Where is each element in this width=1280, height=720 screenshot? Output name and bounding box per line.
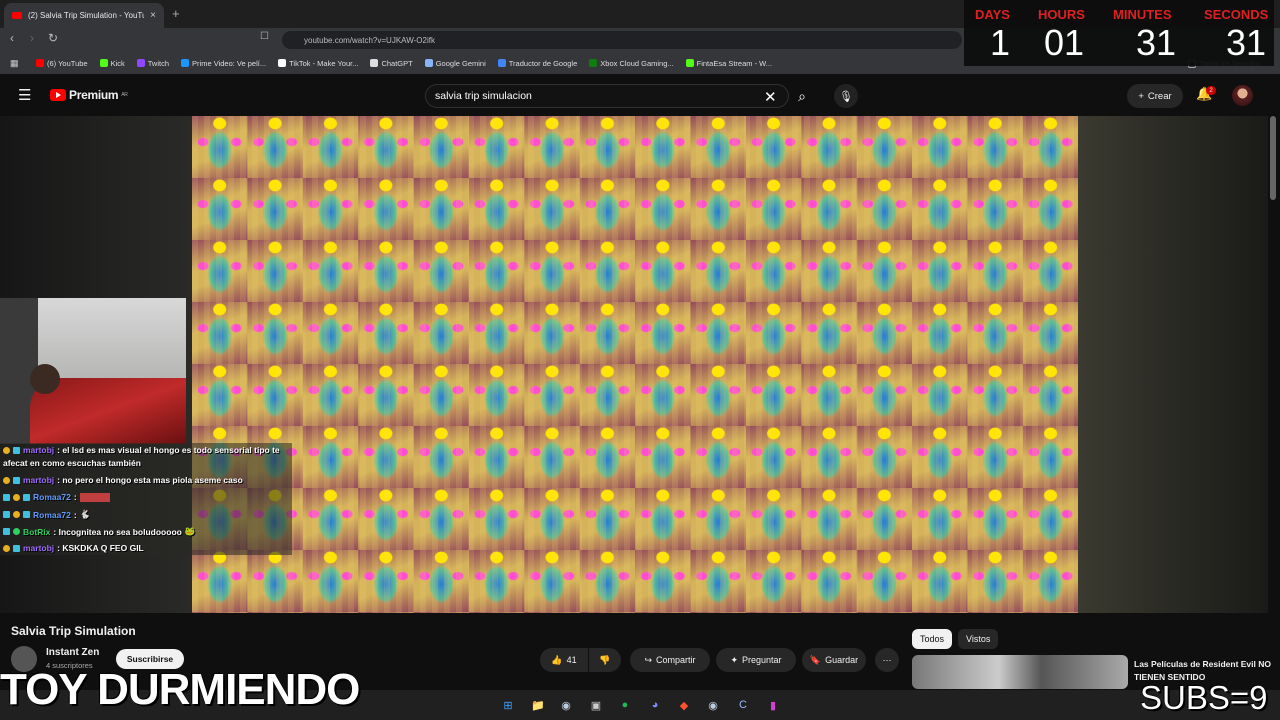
- new-tab-button[interactable]: +: [172, 6, 180, 21]
- emote-icon: 🐸: [184, 526, 196, 536]
- stream-chat-overlay: martobj: el lsd es mas visual el hongo e…: [0, 443, 292, 555]
- timer-days-label: DAYS: [975, 7, 1010, 22]
- recommendation-chips: Todos Vistos: [912, 629, 999, 649]
- like-button[interactable]: 👍 41: [540, 648, 588, 672]
- search-input[interactable]: salvia trip simulacion ✕: [425, 84, 789, 108]
- sparkle-icon: ✦: [730, 654, 738, 665]
- clear-search-icon[interactable]: ✕: [764, 88, 777, 106]
- timer-minutes-label: MINUTES: [1113, 7, 1172, 22]
- steam-icon[interactable]: ◉: [703, 695, 723, 715]
- bookmark-gemini[interactable]: Google Gemini: [424, 59, 486, 68]
- chat-message-cont: afecat en como escuchas también: [3, 458, 141, 468]
- more-button[interactable]: ⋯: [875, 648, 899, 672]
- chat-message: Romaa72:: [3, 492, 110, 502]
- webcam-overlay: [0, 298, 186, 444]
- like-icon: 👍: [551, 654, 563, 665]
- video-title: Salvia Trip Simulation: [11, 624, 136, 638]
- bookmark-translate[interactable]: Traductor de Google: [497, 59, 577, 68]
- forward-icon[interactable]: ›: [30, 31, 34, 45]
- search-button[interactable]: ⌕: [789, 84, 815, 108]
- steam-icon[interactable]: ◉: [556, 695, 576, 715]
- timer-minutes-value: 31: [1136, 22, 1177, 63]
- kick-icon: [99, 59, 108, 67]
- ask-button[interactable]: ✦ Preguntar: [716, 648, 796, 672]
- avatar[interactable]: [1232, 85, 1253, 106]
- video-player[interactable]: [192, 116, 1078, 613]
- search-icon: ⌕: [798, 87, 806, 104]
- chat-message: BotRix: Incognitea no sea boludooooo 🐸: [3, 526, 195, 537]
- mic-icon: 🎙: [839, 90, 853, 103]
- stream-status-text: TOY DURMIENDO: [0, 665, 360, 714]
- menu-icon[interactable]: ☰: [18, 86, 31, 104]
- timer-hours-value: 01: [1044, 22, 1085, 63]
- youtube-premium-logo[interactable]: Premium AR: [50, 88, 128, 102]
- bookmark-xbox[interactable]: Xbox Cloud Gaming...: [589, 59, 674, 68]
- emote-icon: 🐇: [79, 509, 91, 519]
- timer-seconds-value: 31: [1226, 22, 1267, 63]
- voice-search-button[interactable]: 🎙: [834, 84, 858, 108]
- reload-icon[interactable]: ↻: [48, 31, 58, 45]
- share-button[interactable]: ↪ Compartir: [630, 648, 710, 672]
- more-icon: ⋯: [882, 654, 892, 665]
- chat-message: martobj: el lsd es mas visual el hongo e…: [3, 445, 280, 455]
- countdown-timer: DAYS HOURS MINUTES SECONDS 1 01 31 31: [964, 0, 1274, 66]
- brave-icon[interactable]: ◆: [674, 695, 694, 715]
- bookmark-twitch[interactable]: Twitch: [136, 59, 169, 68]
- timer-days-value: 1: [990, 22, 1011, 63]
- tiktok-icon: [278, 59, 287, 67]
- chip-watched[interactable]: Vistos: [958, 629, 999, 649]
- chat-message: Romaa72: 🐇: [3, 509, 90, 520]
- page-scrollbar[interactable]: [1270, 116, 1276, 200]
- save-button[interactable]: 🔖 Guardar: [802, 648, 866, 672]
- share-icon: ↪: [644, 654, 653, 665]
- obs-icon[interactable]: ▮: [763, 695, 783, 715]
- xbox-icon: [589, 59, 598, 67]
- close-tab-icon[interactable]: ×: [150, 10, 156, 21]
- bookmark-fintaesa[interactable]: FintaEsa Stream - W...: [685, 59, 772, 68]
- create-button[interactable]: + Crear: [1127, 84, 1183, 108]
- kick-icon: [685, 59, 694, 67]
- bookmark-chatgpt[interactable]: ChatGPT: [370, 59, 413, 68]
- timer-hours-label: HOURS: [1038, 7, 1085, 22]
- youtube-play-icon: [50, 89, 66, 101]
- search-query: salvia trip simulacion: [435, 90, 532, 102]
- bookmark-page-icon[interactable]: ☐: [260, 31, 269, 42]
- apps-grid-icon[interactable]: ▦: [10, 58, 19, 69]
- youtube-icon: [36, 59, 44, 67]
- bookmark-kick[interactable]: Kick: [99, 59, 125, 68]
- back-icon[interactable]: ‹: [10, 31, 14, 45]
- emote-image: [79, 492, 110, 502]
- chat-message: martobj: KSKDKA Q FEO GIL: [3, 543, 144, 553]
- app-icon[interactable]: C: [733, 695, 753, 715]
- file-explorer-icon[interactable]: 📁: [528, 695, 548, 715]
- chip-all[interactable]: Todos: [912, 629, 953, 649]
- bookmark-icon: 🔖: [809, 654, 822, 665]
- tab-title: (2) Salvia Trip Simulation - YouTube: [28, 11, 145, 20]
- bookmark-prime[interactable]: Prime Video: Ve pelí...: [181, 59, 266, 68]
- prime-icon: [181, 59, 190, 67]
- notification-badge: 2: [1206, 86, 1216, 95]
- channel-name[interactable]: Instant Zen: [46, 647, 99, 658]
- windows-start-icon[interactable]: ⊞: [498, 695, 518, 715]
- bookmark-youtube[interactable]: (6) YouTube: [36, 59, 88, 68]
- spotify-icon[interactable]: ●: [615, 695, 635, 715]
- url-field[interactable]: youtube.com/watch?v=UJKAW-O2ifk: [282, 31, 962, 49]
- chatgpt-icon: [370, 59, 379, 67]
- recommended-thumbnail[interactable]: [912, 655, 1128, 689]
- browser-tab[interactable]: (2) Salvia Trip Simulation - YouTube ×: [4, 3, 164, 28]
- dislike-button[interactable]: 👎: [589, 648, 621, 672]
- ambient-right: [1078, 116, 1268, 613]
- subs-counter: SUBS=9: [1140, 679, 1268, 716]
- chat-message: martobj: no pero el hongo esta mas piola…: [3, 475, 243, 485]
- bookmark-tiktok[interactable]: TikTok - Make Your...: [278, 59, 358, 68]
- terminal-icon[interactable]: ▣: [586, 695, 606, 715]
- discord-icon[interactable]: ◕: [645, 695, 665, 715]
- timer-seconds-label: SECONDS: [1204, 7, 1269, 22]
- gemini-icon: [424, 59, 433, 67]
- plus-icon: +: [1138, 90, 1144, 102]
- youtube-favicon-icon: [12, 12, 22, 19]
- translate-icon: [497, 59, 506, 67]
- twitch-icon: [136, 59, 145, 67]
- dislike-icon: 👎: [599, 654, 611, 665]
